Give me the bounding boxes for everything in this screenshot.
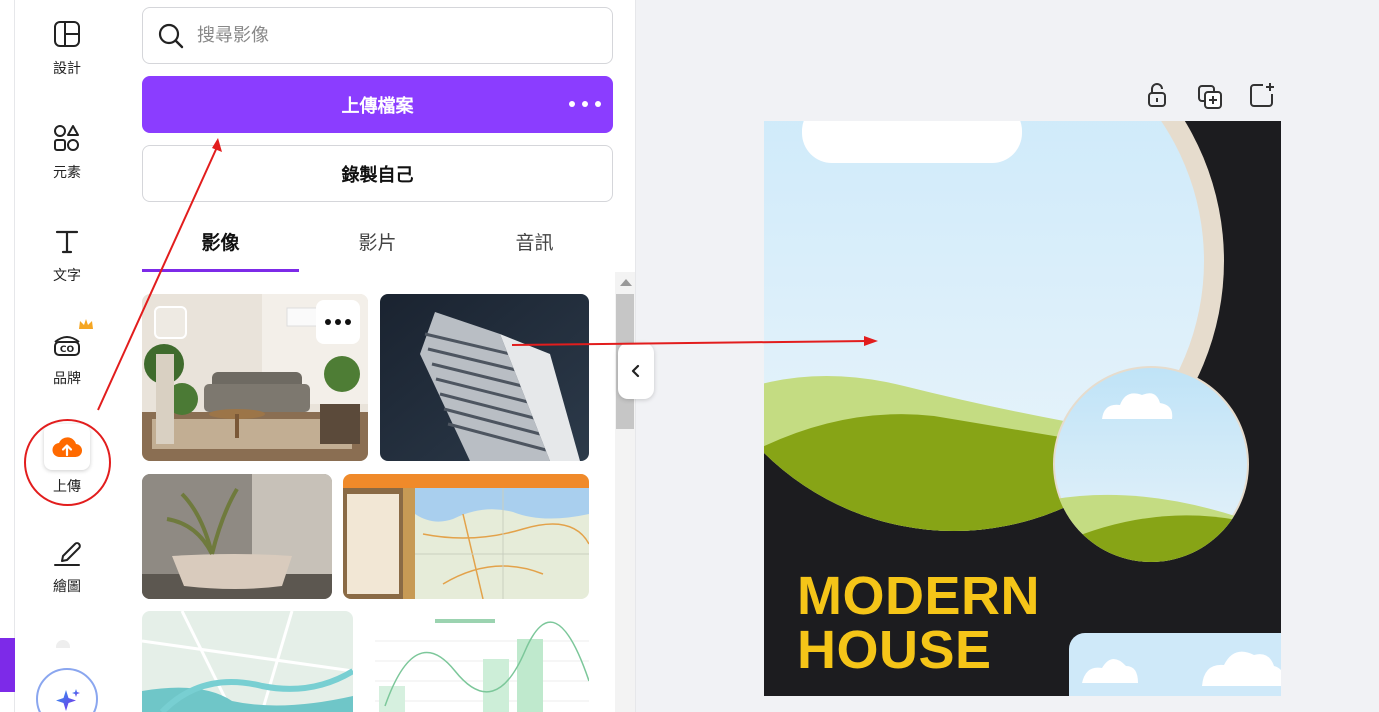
- tab-images[interactable]: 影像: [142, 222, 299, 272]
- event-map-screenshot: [343, 474, 589, 599]
- search-icon: [158, 23, 184, 48]
- chart-screenshot: [365, 611, 589, 712]
- record-yourself-label: 錄製自己: [341, 164, 414, 186]
- upload-files-button[interactable]: 上傳檔案: [142, 76, 613, 133]
- search-box[interactable]: [142, 7, 613, 64]
- poster-title[interactable]: MODERN HOUSE: [797, 569, 1040, 677]
- tab-audio[interactable]: 音訊: [456, 222, 613, 272]
- left-rail: 設計 元素 文字 CO 品牌 上傳 繪圖: [0, 0, 128, 712]
- collapse-panel-button[interactable]: [618, 343, 654, 399]
- tab-videos[interactable]: 影片: [299, 222, 456, 272]
- thumb-more-icon[interactable]: [316, 300, 360, 344]
- city-map-screenshot: [142, 611, 353, 712]
- lock-icon[interactable]: [1143, 81, 1171, 109]
- scroll-up-arrow-icon[interactable]: [620, 279, 632, 286]
- add-page-icon[interactable]: [1248, 81, 1276, 109]
- building-photo: [380, 294, 589, 461]
- image-thumb-taiwan-map[interactable]: [343, 474, 589, 599]
- design-layout-icon: [54, 21, 80, 47]
- rail-label-text: 文字: [53, 268, 81, 284]
- search-input[interactable]: [197, 25, 577, 46]
- rail-label-elements: 元素: [53, 165, 81, 181]
- rail-label-draw: 繪圖: [53, 579, 81, 595]
- draw-pen-icon: [54, 542, 81, 566]
- image-thumb-building[interactable]: [380, 294, 589, 461]
- rail-item-elements[interactable]: 元素: [22, 122, 112, 182]
- rail-label-design: 設計: [53, 61, 81, 77]
- chevron-left-icon: [631, 364, 640, 378]
- image-thumb-chart[interactable]: [365, 611, 589, 712]
- editor-window: 設計 元素 文字 CO 品牌 上傳 繪圖 搜尋影像 上傳檔案 錄製自己 影像 影…: [0, 0, 1379, 712]
- svg-text:CO: CO: [60, 345, 75, 355]
- media-tabs: 影像 影片 音訊: [142, 222, 613, 272]
- uploads-panel: 上傳檔案 錄製自己 影像 影片 音訊: [128, 0, 636, 712]
- panel-scrollbar[interactable]: [615, 272, 635, 712]
- image-thumb-city-map[interactable]: [142, 611, 353, 712]
- rail-item-draw[interactable]: 繪圖: [22, 536, 112, 596]
- duplicate-page-icon[interactable]: [1196, 83, 1224, 111]
- text-t-icon: [55, 230, 79, 254]
- sparkle-icon: [56, 689, 80, 711]
- crown-icon: [79, 319, 93, 329]
- elements-shapes-icon: [54, 125, 79, 151]
- image-thumb-living-room[interactable]: [142, 294, 368, 461]
- design-page[interactable]: MODERN HOUSE: [764, 121, 1281, 696]
- more-options-icon[interactable]: [569, 94, 601, 114]
- rail-item-brand[interactable]: CO 品牌: [22, 319, 112, 388]
- record-yourself-button[interactable]: 錄製自己: [142, 145, 613, 202]
- poster-title-line-1: MODERN: [797, 566, 1040, 626]
- brand-kit-icon: CO: [54, 336, 80, 356]
- rail-item-design[interactable]: 設計: [22, 18, 112, 78]
- select-checkbox[interactable]: [154, 306, 187, 339]
- annotation-circle: [24, 419, 111, 506]
- rail-accent-strip: [0, 638, 15, 692]
- rail-edge: [0, 0, 15, 712]
- bathroom-photo: [142, 474, 332, 599]
- rail-label-brand: 品牌: [53, 371, 81, 387]
- poster-title-line-2: HOUSE: [797, 620, 992, 680]
- rail-item-text[interactable]: 文字: [22, 225, 112, 285]
- rail-more-indicator: [56, 640, 70, 648]
- upload-files-label: 上傳檔案: [341, 95, 414, 117]
- image-thumb-bathroom[interactable]: [142, 474, 332, 599]
- magic-assistant-button[interactable]: [36, 668, 98, 712]
